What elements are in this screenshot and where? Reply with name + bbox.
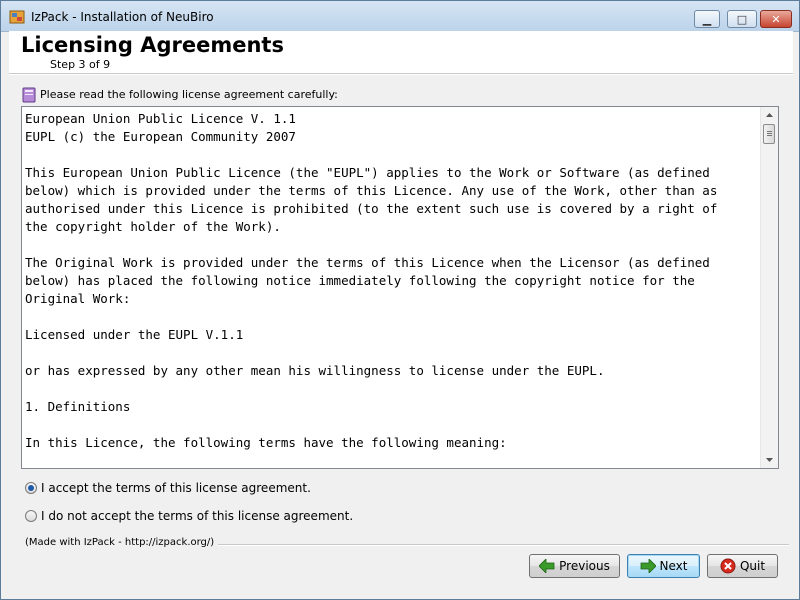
installer-content: Licensing Agreements Step 3 of 9 Please …: [9, 31, 793, 595]
footer-divider: [209, 544, 789, 546]
scroll-down-icon[interactable]: [761, 452, 778, 468]
accept-radio[interactable]: [25, 482, 37, 494]
minimize-icon: ▁: [702, 12, 712, 26]
close-icon: ✕: [771, 12, 781, 26]
decline-label[interactable]: I do not accept the terms of this licens…: [41, 509, 353, 523]
maximize-icon: □: [736, 12, 748, 26]
panel-header: Licensing Agreements Step 3 of 9: [9, 31, 793, 73]
quit-button[interactable]: Quit: [707, 554, 778, 578]
page-title: Licensing Agreements: [21, 33, 284, 57]
minimize-button[interactable]: ▁: [694, 10, 720, 28]
license-book-icon: [22, 87, 36, 103]
title-bar[interactable]: IzPack - Installation of NeuBiro ▁ □ ✕: [1, 1, 799, 32]
scroll-thumb[interactable]: [763, 124, 775, 144]
close-button[interactable]: ✕: [760, 10, 792, 28]
step-indicator: Step 3 of 9: [50, 58, 111, 71]
quit-label: Quit: [739, 559, 766, 573]
previous-label: Previous: [559, 559, 610, 573]
installer-window: IzPack - Installation of NeuBiro ▁ □ ✕ L…: [0, 0, 800, 600]
arrow-left-icon: [539, 559, 555, 573]
quit-icon: [720, 558, 736, 574]
vertical-scrollbar[interactable]: [760, 107, 778, 468]
header-divider: [9, 73, 793, 75]
scroll-up-icon[interactable]: [761, 107, 778, 123]
maximize-button[interactable]: □: [727, 10, 757, 28]
made-with-izpack: (Made with IzPack - http://izpack.org/): [25, 537, 219, 548]
accept-option[interactable]: I accept the terms of this license agree…: [25, 481, 311, 495]
arrow-right-icon: [640, 559, 656, 573]
izpack-app-icon: [9, 10, 25, 24]
previous-button[interactable]: Previous: [529, 554, 620, 578]
license-text-area[interactable]: European Union Public Licence V. 1.1 EUP…: [21, 106, 779, 469]
next-button[interactable]: Next: [627, 554, 700, 578]
window-title: IzPack - Installation of NeuBiro: [31, 10, 214, 24]
accept-label[interactable]: I accept the terms of this license agree…: [41, 481, 311, 495]
next-label: Next: [659, 559, 688, 573]
license-prompt: Please read the following license agreem…: [40, 88, 338, 101]
decline-option[interactable]: I do not accept the terms of this licens…: [25, 509, 353, 523]
license-text: European Union Public Licence V. 1.1 EUP…: [25, 111, 718, 450]
decline-radio[interactable]: [25, 510, 37, 522]
